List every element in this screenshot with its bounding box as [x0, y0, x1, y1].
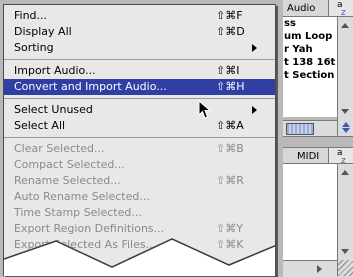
menu-item-label: Sorting [14, 41, 54, 54]
torn-edge-decoration [4, 238, 275, 276]
audio-bin-header[interactable]: Audio [283, 0, 329, 17]
menu-item-label: Compact Selected... [14, 158, 125, 171]
audio-vertical-scrollbar[interactable] [337, 17, 353, 120]
menu-item-label: Clear Selected... [14, 142, 105, 155]
menu-item-shortcut: ⇧⌘H [216, 80, 245, 93]
scroll-thumb[interactable] [286, 123, 314, 135]
menu-item-label: Import Audio... [14, 64, 96, 77]
scroll-right-arrow-icon[interactable] [317, 265, 322, 273]
menu-item-shortcut: ⇧⌘D [216, 25, 245, 38]
audio-bin-menu: Find... ⇧⌘F Display All ⇧⌘D Sorting Impo… [3, 4, 276, 276]
menu-item-shortcut: ⇧⌘Y [216, 222, 243, 235]
menu-item-label: Find... [14, 9, 48, 22]
menu-item-label: Select All [14, 119, 66, 132]
menu-item-shortcut: ⇧⌘I [216, 64, 240, 77]
audio-bin-row[interactable]: um Loop [283, 30, 337, 43]
menu-item-select-unused[interactable]: Select Unused [4, 102, 275, 118]
resize-grip-icon[interactable] [337, 260, 353, 276]
menu-item-shortcut: ⇧⌘B [216, 142, 244, 155]
menu-item-compact-selected[interactable]: Compact Selected... [4, 157, 275, 173]
menu-item-display-all[interactable]: Display All ⇧⌘D [4, 24, 275, 40]
scroll-up-arrow-icon[interactable] [341, 170, 349, 175]
menu-separator [4, 59, 275, 60]
midi-sort-button[interactable]: az [329, 147, 353, 166]
menu-item-select-all[interactable]: Select All ⇧⌘A [4, 118, 275, 134]
menu-item-label: Rename Selected... [14, 174, 121, 187]
zoom-up-icon [342, 122, 350, 127]
midi-bin-header[interactable]: MIDI [283, 147, 329, 164]
midi-vertical-scrollbar[interactable] [337, 164, 353, 260]
menu-item-label: Export Region Definitions... [14, 222, 165, 235]
menu-item-time-stamp-selected[interactable]: Time Stamp Selected... [4, 205, 275, 221]
menu-item-label: Auto Rename Selected... [14, 190, 150, 203]
scroll-down-arrow-icon[interactable] [341, 109, 349, 114]
menu-item-shortcut: ⇧⌘F [216, 9, 243, 22]
menu-item-label: Display All [14, 25, 72, 38]
audio-bin-row[interactable]: t 138 16t [283, 56, 337, 69]
audio-bin-row[interactable]: t Section [283, 69, 337, 82]
audio-bin-row[interactable]: r Yah [283, 43, 337, 56]
audio-sort-button[interactable]: az [329, 0, 353, 18]
audio-bin-list[interactable]: ss um Loop r Yah t 138 16t t Section [283, 17, 338, 117]
sort-z-glyph: z [341, 8, 346, 18]
zoom-arrows-icon[interactable] [337, 120, 353, 136]
menu-item-label: Select Unused [14, 103, 93, 116]
menu-item-shortcut: ⇧⌘R [216, 174, 244, 187]
menu-separator [4, 137, 275, 138]
menu-item-rename-selected[interactable]: Rename Selected... ⇧⌘R [4, 173, 275, 189]
zoom-down-icon [342, 128, 350, 133]
menu-item-auto-rename-selected[interactable]: Auto Rename Selected... [4, 189, 275, 205]
menu-item-convert-and-import-audio[interactable]: Convert and Import Audio... ⇧⌘H [4, 79, 275, 95]
menu-separator [4, 98, 275, 99]
menu-item-label: Convert and Import Audio... [14, 80, 167, 93]
submenu-arrow-icon [252, 106, 257, 114]
midi-bin-list[interactable] [283, 164, 338, 260]
menu-item-sorting[interactable]: Sorting [4, 40, 275, 56]
scroll-down-arrow-icon[interactable] [341, 249, 349, 254]
menu-item-clear-selected[interactable]: Clear Selected... ⇧⌘B [4, 141, 275, 157]
menu-item-find[interactable]: Find... ⇧⌘F [4, 8, 275, 24]
audio-bin-row[interactable]: ss [283, 17, 337, 30]
submenu-arrow-icon [252, 44, 257, 52]
scroll-up-arrow-icon[interactable] [341, 23, 349, 28]
menu-item-import-audio[interactable]: Import Audio... ⇧⌘I [4, 63, 275, 79]
menu-item-label: Time Stamp Selected... [14, 206, 142, 219]
menu-item-shortcut: ⇧⌘A [216, 119, 244, 132]
menu-item-export-region-definitions[interactable]: Export Region Definitions... ⇧⌘Y [4, 221, 275, 237]
mouse-pointer-icon [198, 100, 212, 119]
